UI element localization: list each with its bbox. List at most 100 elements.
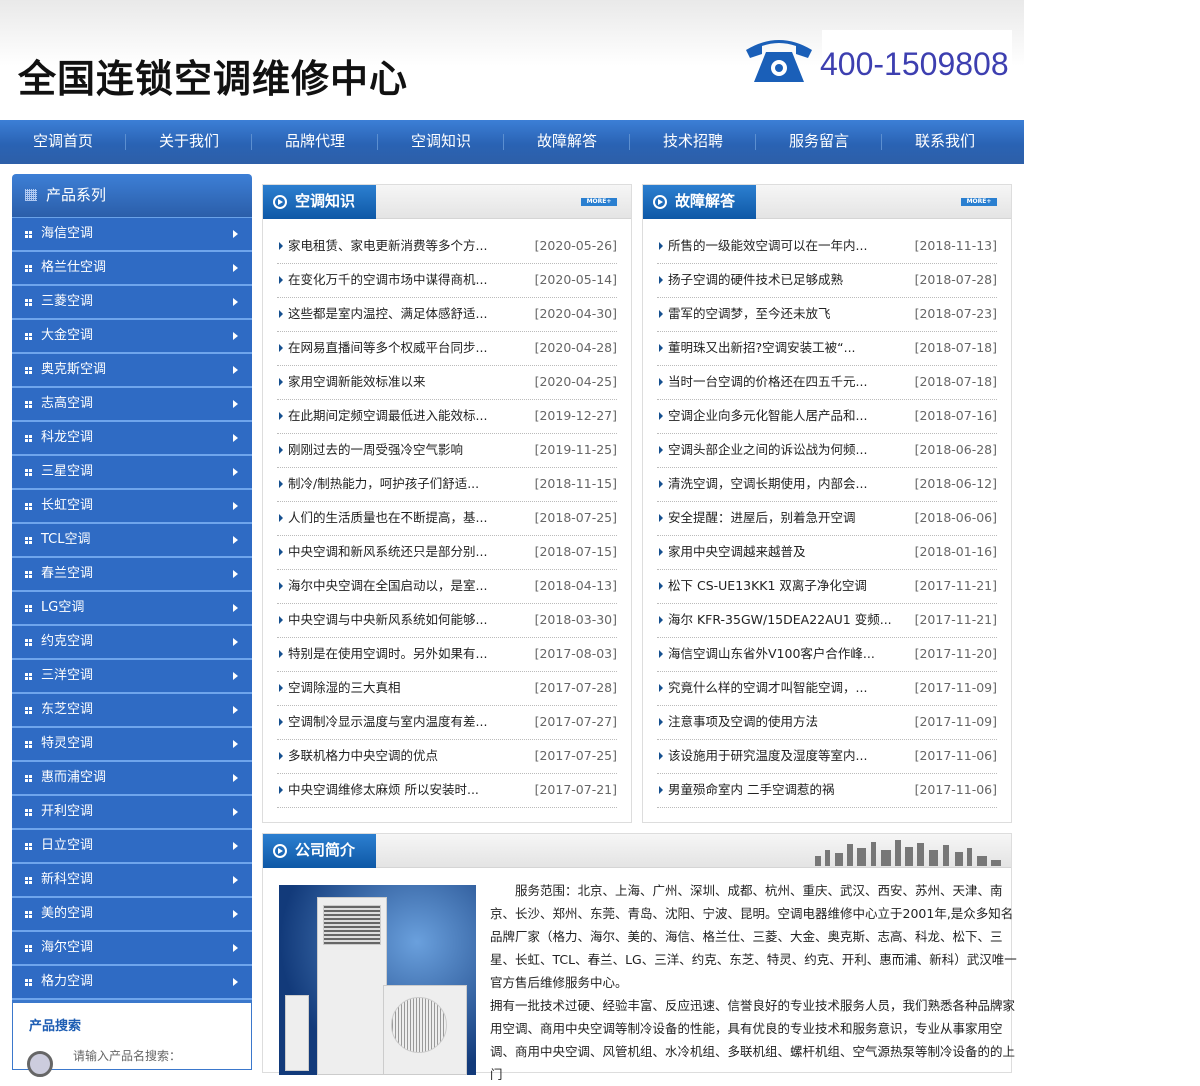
sidebar-item[interactable]: TCL空调 <box>12 524 252 558</box>
article-title[interactable]: 多联机格力中央空调的优点 <box>288 740 438 772</box>
article-title[interactable]: 在网易直播间等多个权威平台同步... <box>288 332 487 364</box>
sidebar-item[interactable]: 惠而浦空调 <box>12 762 252 796</box>
list-item[interactable]: 扬子空调的硬件技术已足够成熟 [2018-07-28] <box>657 264 997 298</box>
nav-item[interactable]: 服务留言 <box>756 120 882 164</box>
article-title[interactable]: 海尔 KFR-35GW/15DEA22AU1 变频... <box>668 604 892 636</box>
list-item[interactable]: 在此期间定频空调最低进入能效标... [2019-12-27] <box>277 400 617 434</box>
article-title[interactable]: 中央空调和新风系统还只是部分别... <box>288 536 487 568</box>
sidebar-item[interactable]: 奥克斯空调 <box>12 354 252 388</box>
sidebar-item[interactable]: 三菱空调 <box>12 286 252 320</box>
sidebar-item[interactable]: 长虹空调 <box>12 490 252 524</box>
article-title[interactable]: 刚刚过去的一周受强冷空气影响 <box>288 434 463 466</box>
sidebar-item[interactable]: 三星空调 <box>12 456 252 490</box>
sidebar-item[interactable]: 格力空调 <box>12 966 252 1000</box>
article-title[interactable]: 男童殒命室内 二手空调惹的祸 <box>668 774 834 806</box>
list-item[interactable]: 特别是在使用空调时。另外如果有... [2017-08-03] <box>277 638 617 672</box>
article-title[interactable]: 空调除湿的三大真相 <box>288 672 401 704</box>
sidebar-item[interactable]: 春兰空调 <box>12 558 252 592</box>
list-item[interactable]: 在变化万千的空调市场中谋得商机... [2020-05-14] <box>277 264 617 298</box>
list-item[interactable]: 董明珠又出新招?空调安装工被“... [2018-07-18] <box>657 332 997 366</box>
article-title[interactable]: 清洗空调，空调长期使用，内部会... <box>668 468 867 500</box>
sidebar-item[interactable]: 三洋空调 <box>12 660 252 694</box>
article-title[interactable]: 究竟什么样的空调才叫智能空调，... <box>668 672 867 704</box>
list-item[interactable]: 当时一台空调的价格还在四五千元... [2018-07-18] <box>657 366 997 400</box>
list-item[interactable]: 中央空调维修太麻烦 所以安装时... [2017-07-21] <box>277 774 617 808</box>
article-title[interactable]: 海尔中央空调在全国启动以，是室... <box>288 570 487 602</box>
list-item[interactable]: 制冷/制热能力，呵护孩子们舒适... [2018-11-15] <box>277 468 617 502</box>
sidebar-item[interactable]: 科龙空调 <box>12 422 252 456</box>
list-item[interactable]: 刚刚过去的一周受强冷空气影响 [2019-11-25] <box>277 434 617 468</box>
article-title[interactable]: 注意事项及空调的使用方法 <box>668 706 818 738</box>
sidebar-item[interactable]: 海信空调 <box>12 218 252 252</box>
sidebar-item[interactable]: 新科空调 <box>12 864 252 898</box>
more-button[interactable]: MORE+ <box>581 198 617 206</box>
article-title[interactable]: 董明珠又出新招?空调安装工被“... <box>668 332 856 364</box>
list-item[interactable]: 在网易直播间等多个权威平台同步... [2020-04-28] <box>277 332 617 366</box>
article-title[interactable]: 安全提醒：进屋后，别着急开空调 <box>668 502 856 534</box>
list-item[interactable]: 所售的一级能效空调可以在一年内... [2018-11-13] <box>657 230 997 264</box>
nav-item[interactable]: 空调首页 <box>0 120 126 164</box>
article-title[interactable]: 中央空调与中央新风系统如何能够... <box>288 604 487 636</box>
sidebar-item[interactable]: 约克空调 <box>12 626 252 660</box>
article-title[interactable]: 松下 CS-UE13KK1 双离子净化空调 <box>668 570 867 602</box>
article-title[interactable]: 家用中央空调越来越普及 <box>668 536 806 568</box>
article-title[interactable]: 海信空调山东省外V100客户合作峰... <box>668 638 875 670</box>
list-item[interactable]: 人们的生活质量也在不断提高，基... [2018-07-25] <box>277 502 617 536</box>
article-title[interactable]: 空调头部企业之间的诉讼战为何频... <box>668 434 867 466</box>
article-title[interactable]: 家电租赁、家电更新消费等多个方... <box>288 230 487 262</box>
nav-item[interactable]: 技术招聘 <box>630 120 756 164</box>
sidebar-item[interactable]: 开利空调 <box>12 796 252 830</box>
list-item[interactable]: 松下 CS-UE13KK1 双离子净化空调 [2017-11-21] <box>657 570 997 604</box>
sidebar-item[interactable]: 东芝空调 <box>12 694 252 728</box>
sidebar-item[interactable]: 格兰仕空调 <box>12 252 252 286</box>
nav-item[interactable]: 空调知识 <box>378 120 504 164</box>
list-item[interactable]: 安全提醒：进屋后，别着急开空调 [2018-06-06] <box>657 502 997 536</box>
sidebar-item[interactable]: 大金空调 <box>12 320 252 354</box>
article-title[interactable]: 扬子空调的硬件技术已足够成熟 <box>668 264 843 296</box>
list-item[interactable]: 海尔中央空调在全国启动以，是室... [2018-04-13] <box>277 570 617 604</box>
list-item[interactable]: 空调企业向多元化智能人居产品和... [2018-07-16] <box>657 400 997 434</box>
article-title[interactable]: 所售的一级能效空调可以在一年内... <box>668 230 867 262</box>
list-item[interactable]: 家电租赁、家电更新消费等多个方... [2020-05-26] <box>277 230 617 264</box>
list-item[interactable]: 该设施用于研究温度及湿度等室内... [2017-11-06] <box>657 740 997 774</box>
sidebar-item[interactable]: 日立空调 <box>12 830 252 864</box>
article-title[interactable]: 空调企业向多元化智能人居产品和... <box>668 400 867 432</box>
more-button[interactable]: MORE+ <box>961 198 997 206</box>
list-item[interactable]: 空调制冷显示温度与室内温度有差... [2017-07-27] <box>277 706 617 740</box>
article-title[interactable]: 中央空调维修太麻烦 所以安装时... <box>288 774 479 806</box>
article-title[interactable]: 制冷/制热能力，呵护孩子们舒适... <box>288 468 479 500</box>
article-title[interactable]: 家用空调新能效标准以来 <box>288 366 426 398</box>
list-item[interactable]: 海尔 KFR-35GW/15DEA22AU1 变频... [2017-11-21] <box>657 604 997 638</box>
list-item[interactable]: 中央空调与中央新风系统如何能够... [2018-03-30] <box>277 604 617 638</box>
article-title[interactable]: 该设施用于研究温度及湿度等室内... <box>668 740 867 772</box>
list-item[interactable]: 这些都是室内温控、满足体感舒适... [2020-04-30] <box>277 298 617 332</box>
article-title[interactable]: 当时一台空调的价格还在四五千元... <box>668 366 867 398</box>
list-item[interactable]: 家用空调新能效标准以来 [2020-04-25] <box>277 366 617 400</box>
sidebar-item[interactable]: LG空调 <box>12 592 252 626</box>
sidebar-item[interactable]: 海尔空调 <box>12 932 252 966</box>
article-title[interactable]: 人们的生活质量也在不断提高，基... <box>288 502 487 534</box>
nav-item[interactable]: 品牌代理 <box>252 120 378 164</box>
list-item[interactable]: 多联机格力中央空调的优点 [2017-07-25] <box>277 740 617 774</box>
list-item[interactable]: 注意事项及空调的使用方法 [2017-11-09] <box>657 706 997 740</box>
article-title[interactable]: 在此期间定频空调最低进入能效标... <box>288 400 487 432</box>
article-title[interactable]: 雷军的空调梦，至今还未放飞 <box>668 298 831 330</box>
sidebar-item[interactable]: 特灵空调 <box>12 728 252 762</box>
list-item[interactable]: 中央空调和新风系统还只是部分别... [2018-07-15] <box>277 536 617 570</box>
article-title[interactable]: 在变化万千的空调市场中谋得商机... <box>288 264 487 296</box>
sidebar-item[interactable]: 美的空调 <box>12 898 252 932</box>
list-item[interactable]: 空调除湿的三大真相 [2017-07-28] <box>277 672 617 706</box>
list-item[interactable]: 清洗空调，空调长期使用，内部会... [2018-06-12] <box>657 468 997 502</box>
nav-item[interactable]: 联系我们 <box>882 120 1008 164</box>
sidebar-item[interactable]: 志高空调 <box>12 388 252 422</box>
list-item[interactable]: 海信空调山东省外V100客户合作峰... [2017-11-20] <box>657 638 997 672</box>
search-icon[interactable] <box>27 1051 53 1077</box>
list-item[interactable]: 空调头部企业之间的诉讼战为何频... [2018-06-28] <box>657 434 997 468</box>
list-item[interactable]: 雷军的空调梦，至今还未放飞 [2018-07-23] <box>657 298 997 332</box>
list-item[interactable]: 究竟什么样的空调才叫智能空调，... [2017-11-09] <box>657 672 997 706</box>
article-title[interactable]: 这些都是室内温控、满足体感舒适... <box>288 298 487 330</box>
list-item[interactable]: 家用中央空调越来越普及 [2018-01-16] <box>657 536 997 570</box>
nav-item[interactable]: 关于我们 <box>126 120 252 164</box>
article-title[interactable]: 空调制冷显示温度与室内温度有差... <box>288 706 487 738</box>
article-title[interactable]: 特别是在使用空调时。另外如果有... <box>288 638 487 670</box>
